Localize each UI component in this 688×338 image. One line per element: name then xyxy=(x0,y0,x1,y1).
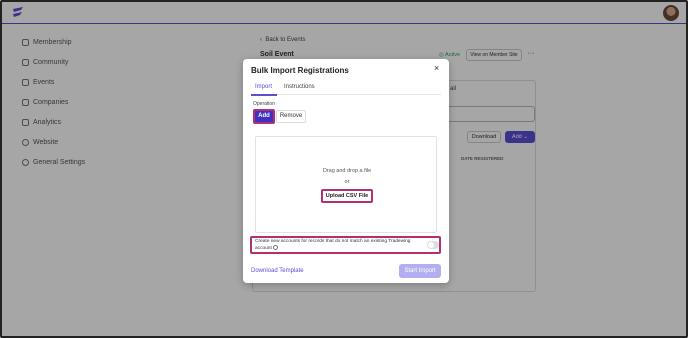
modal-title: Bulk Import Registrations xyxy=(251,66,349,75)
create-accounts-toggle[interactable] xyxy=(427,241,439,249)
create-accounts-option: Create new accounts for records that do … xyxy=(250,236,441,254)
upload-csv-button[interactable]: Upload CSV File xyxy=(321,189,373,203)
start-import-button[interactable]: Start Import xyxy=(399,264,441,278)
modal-tabs: Import Instructions xyxy=(251,83,441,96)
close-icon[interactable]: × xyxy=(434,63,439,73)
drag-drop-text: Drag and drop a file xyxy=(322,168,372,174)
tab-instructions[interactable]: Instructions xyxy=(284,84,315,90)
active-tab-indicator xyxy=(251,94,277,96)
app-frame: Membership Community Events Companies An… xyxy=(0,0,688,338)
info-icon[interactable] xyxy=(273,245,279,250)
create-accounts-label: Create new accounts for records that do … xyxy=(255,239,425,252)
download-template-link[interactable]: Download Template xyxy=(251,268,304,274)
remove-operation-button[interactable]: Remove xyxy=(276,110,306,123)
toggle-knob xyxy=(428,242,434,248)
tab-import[interactable]: Import xyxy=(255,84,272,90)
bulk-import-modal: Bulk Import Registrations × Import Instr… xyxy=(243,59,449,283)
file-dropzone[interactable]: Drag and drop a file or Upload CSV File xyxy=(255,136,437,233)
add-operation-button[interactable]: Add xyxy=(253,109,275,124)
create-accounts-text: Create new accounts for records that do … xyxy=(255,239,411,251)
or-text: or xyxy=(344,179,350,185)
operation-label: Operation xyxy=(253,101,275,107)
